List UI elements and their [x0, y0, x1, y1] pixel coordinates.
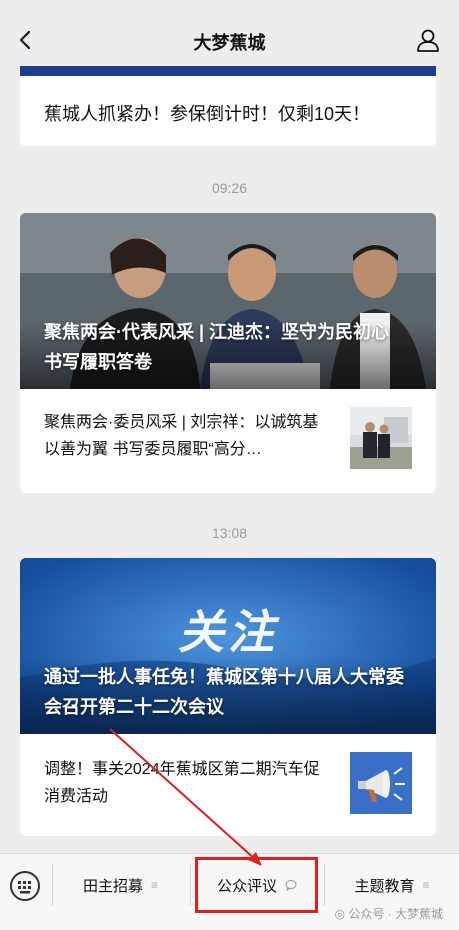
- article-group-card[interactable]: 关注 通过一批人事任免！蕉城区第十八届人大常委会召开第二十二次会议 调整！事关2…: [20, 558, 436, 836]
- article-thumbnail[interactable]: [350, 407, 412, 469]
- keyboard-toggle-icon[interactable]: [10, 871, 40, 901]
- menu-item-label: 田主招募: [82, 877, 143, 895]
- page-title: 大梦蕉城: [193, 33, 266, 53]
- cover-article-title[interactable]: 聚焦两会·代表风采 | 江迪杰：坚守为民初心 书写履职答卷: [44, 317, 412, 377]
- cover-article-title[interactable]: 通过一批人事任免！蕉城区第十八届人大常委会召开第二十二次会议: [44, 662, 412, 722]
- wechat-icon: ◎: [334, 907, 345, 921]
- article-title[interactable]: 蕉城人抓紧办！参保倒计时！仅剩10天！: [44, 100, 370, 126]
- navigation-bar: 大梦蕉城: [0, 0, 459, 76]
- article-group-card[interactable]: 聚焦两会·代表风采 | 江迪杰：坚守为民初心 书写履职答卷 聚焦两会·委员风采 …: [20, 213, 436, 493]
- message-timestamp: 13:08: [211, 525, 248, 541]
- article-thumbnail[interactable]: [350, 752, 412, 814]
- thumbnail-photo: [350, 407, 412, 469]
- article-title[interactable]: 调整！事关2024年蕉城区第二期汽车促消费活动: [44, 756, 334, 810]
- article-title[interactable]: 聚焦两会·委员风采 | 刘宗祥：以诚筑基 以善为翼 书写委员履职“高分…: [44, 409, 334, 463]
- watermark: ◎ 公众号 · 大梦蕉城: [334, 907, 444, 921]
- cover-badge-text: 关注: [178, 605, 278, 659]
- profile-icon[interactable]: [415, 27, 441, 53]
- menu-item-tianzhu[interactable]: 田主招募 ≡: [53, 854, 188, 916]
- menu-lines-icon: ≡: [151, 878, 159, 892]
- cover-image[interactable]: 聚焦两会·代表风采 | 江迪杰：坚守为民初心 书写履职答卷: [20, 213, 436, 389]
- menu-item-label: 主题教育: [354, 877, 415, 895]
- article-card[interactable]: 蕉城人抓紧办！参保倒计时！仅剩10天！: [20, 66, 436, 146]
- megaphone-thumbnail: [350, 752, 412, 814]
- cover-image-strip: [20, 66, 436, 76]
- message-timestamp: 09:26: [211, 180, 248, 196]
- cover-image[interactable]: 关注 通过一批人事任免！蕉城区第十八届人大常委会召开第二十二次会议: [20, 558, 436, 734]
- annotation-highlight-box: [195, 857, 318, 913]
- menu-lines-icon: ≡: [422, 878, 430, 892]
